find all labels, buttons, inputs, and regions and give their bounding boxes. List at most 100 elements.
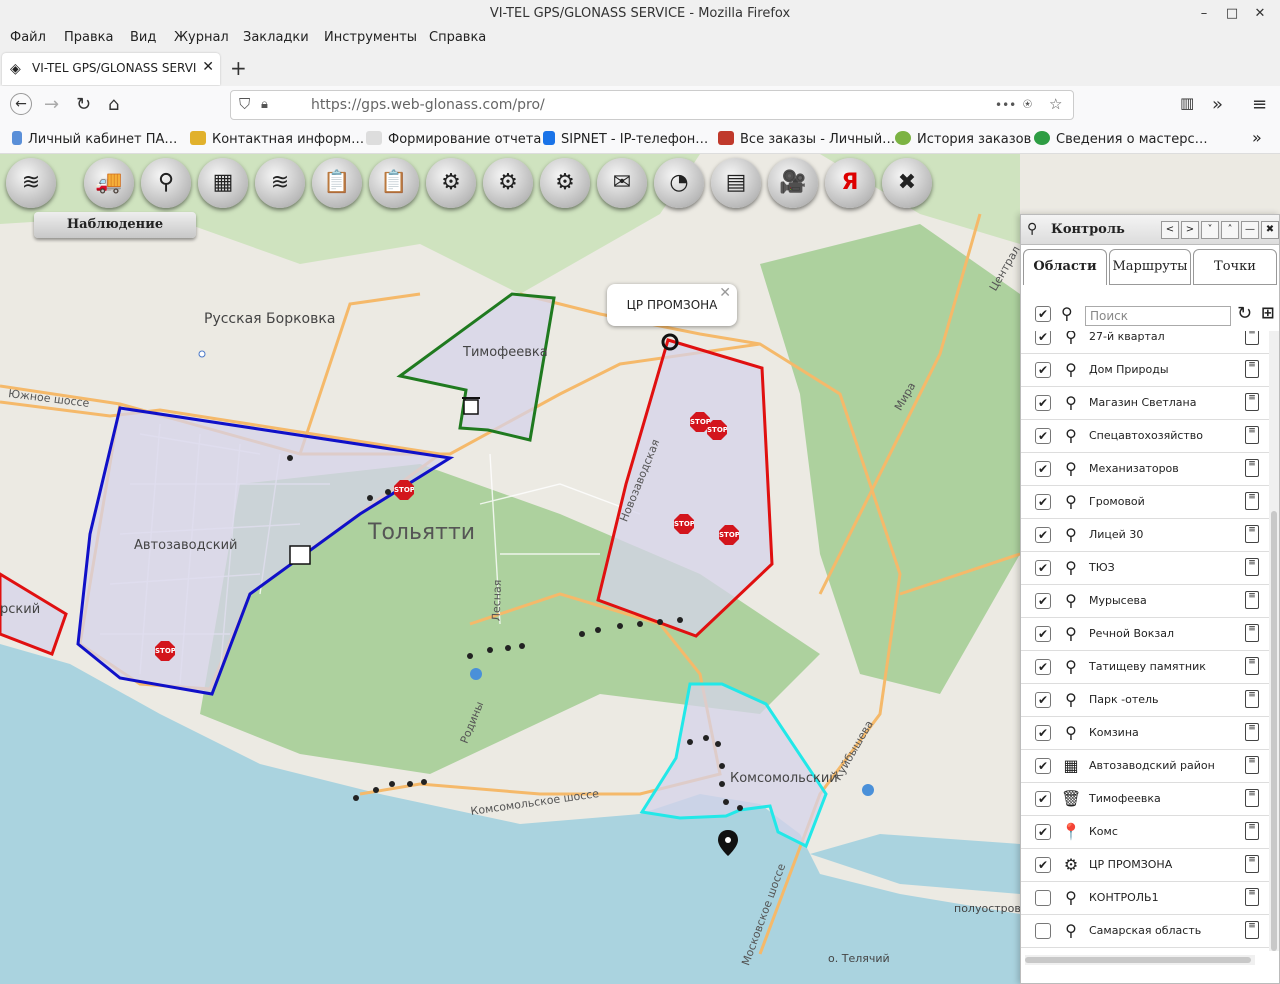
menu-bookmarks[interactable]: Закладки bbox=[243, 30, 309, 45]
tab-points[interactable]: Точки bbox=[1193, 249, 1277, 285]
item-checkbox[interactable]: ✔ bbox=[1035, 626, 1051, 642]
reload-button[interactable]: ↻ bbox=[76, 94, 91, 115]
menu-tools[interactable]: Инструменты bbox=[324, 30, 417, 45]
document-icon[interactable]: ≡ bbox=[1245, 591, 1259, 609]
item-checkbox[interactable]: ✔ bbox=[1035, 494, 1051, 510]
document-icon[interactable]: ≡ bbox=[1245, 921, 1259, 939]
item-checkbox[interactable]: ✔ bbox=[1035, 725, 1051, 741]
list-item[interactable]: ⚲ Самарская область ≡ bbox=[1021, 915, 1269, 948]
panel-prev-button[interactable]: < bbox=[1161, 221, 1179, 239]
layers-alt-button[interactable]: ≋ bbox=[255, 158, 305, 208]
document-icon[interactable]: ≡ bbox=[1245, 331, 1259, 345]
map-marker-icon[interactable] bbox=[289, 545, 311, 565]
back-button[interactable]: ← bbox=[10, 93, 32, 115]
report-money-button[interactable]: 📋 bbox=[369, 158, 419, 208]
vehicles-button[interactable]: 🚚 bbox=[84, 158, 134, 208]
item-checkbox[interactable]: ✔ bbox=[1035, 428, 1051, 444]
shield-icon[interactable]: ⛉ bbox=[239, 95, 250, 113]
panel-close-button[interactable]: ✖ bbox=[1261, 221, 1279, 239]
messages-button[interactable]: ✉ bbox=[597, 158, 647, 208]
popup-close-icon[interactable]: ✕ bbox=[719, 272, 731, 314]
item-checkbox[interactable]: ✔ bbox=[1035, 659, 1051, 675]
document-icon[interactable]: ≡ bbox=[1245, 756, 1259, 774]
item-checkbox[interactable]: ✔ bbox=[1035, 461, 1051, 477]
bookmark-item[interactable]: Все заказы - Личный… bbox=[718, 131, 895, 147]
document-icon[interactable]: ≡ bbox=[1245, 657, 1259, 675]
bookmark-star-icon[interactable]: ☆ bbox=[1049, 95, 1062, 113]
list-item[interactable]: ✔ ⚲ Мурысева ≡ bbox=[1021, 585, 1269, 618]
new-tab-button[interactable]: + bbox=[230, 56, 247, 80]
panel-next-button[interactable]: > bbox=[1181, 221, 1199, 239]
list-item[interactable]: ✔ ⚲ Комзина ≡ bbox=[1021, 717, 1269, 750]
document-icon[interactable]: ≡ bbox=[1245, 492, 1259, 510]
document-icon[interactable]: ≡ bbox=[1245, 459, 1259, 477]
item-checkbox[interactable]: ✔ bbox=[1035, 395, 1051, 411]
bookmark-item[interactable]: Контактная информ… bbox=[190, 131, 364, 147]
panel-minimize-button[interactable]: — bbox=[1241, 221, 1259, 239]
url-bar[interactable]: ⛉ 🔒︎ https://gps.web-glonass.com/pro/ ••… bbox=[230, 90, 1074, 120]
bookmark-item[interactable]: Личный кабинет ПА… bbox=[12, 131, 177, 147]
document-icon[interactable]: ≡ bbox=[1245, 624, 1259, 642]
areas-button[interactable]: ▦ bbox=[198, 158, 248, 208]
car-settings-button[interactable]: ⚙ bbox=[540, 158, 590, 208]
trash-marker-icon[interactable] bbox=[462, 397, 480, 415]
list-item[interactable]: ✔ 🗑 Тимофеевка ≡ bbox=[1021, 783, 1269, 816]
browser-settings-button[interactable]: ⚙ bbox=[483, 158, 533, 208]
select-all-checkbox[interactable]: ✔ bbox=[1035, 306, 1051, 322]
speedometer-button[interactable]: ◔ bbox=[654, 158, 704, 208]
document-icon[interactable]: ≡ bbox=[1245, 360, 1259, 378]
item-checkbox[interactable]: ✔ bbox=[1035, 362, 1051, 378]
stop-marker-icon[interactable]: STOP bbox=[394, 480, 414, 500]
item-checkbox[interactable]: ✔ bbox=[1035, 824, 1051, 840]
home-button[interactable]: ⌂ bbox=[108, 94, 119, 115]
menu-view[interactable]: Вид bbox=[130, 30, 156, 45]
hamburger-menu-icon[interactable]: ≡ bbox=[1252, 94, 1267, 115]
forward-button[interactable]: → bbox=[44, 94, 59, 115]
tab-routes[interactable]: Маршруты bbox=[1109, 249, 1191, 285]
document-icon[interactable]: ≡ bbox=[1245, 789, 1259, 807]
document-icon[interactable]: ≡ bbox=[1245, 525, 1259, 543]
url-text[interactable]: https://gps.web-glonass.com/pro/ bbox=[311, 97, 545, 113]
list-item[interactable]: ✔ ⚲ ТЮЗ ≡ bbox=[1021, 552, 1269, 585]
list-item[interactable]: ✔ ⚲ Татищеву памятник ≡ bbox=[1021, 651, 1269, 684]
document-icon[interactable]: ≡ bbox=[1245, 690, 1259, 708]
tools-button[interactable]: ✖ bbox=[882, 158, 932, 208]
list-item[interactable]: ⚲ КОНТРОЛЬ1 ≡ bbox=[1021, 882, 1269, 915]
more-actions-icon[interactable]: ••• bbox=[995, 98, 1016, 112]
document-icon[interactable]: ≡ bbox=[1245, 855, 1259, 873]
browser-tab[interactable]: ◈ VI-TEL GPS/GLONASS SERVI ✕ bbox=[2, 53, 220, 85]
device-button[interactable]: ▤ bbox=[711, 158, 761, 208]
item-checkbox[interactable]: ✔ bbox=[1035, 527, 1051, 543]
item-checkbox[interactable]: ✔ bbox=[1035, 791, 1051, 807]
zone-timofeevka[interactable] bbox=[396, 292, 556, 442]
pocket-icon[interactable]: ⍟ bbox=[1023, 95, 1032, 113]
list-scrollbar[interactable] bbox=[1269, 331, 1279, 951]
maximize-button[interactable]: □ bbox=[1222, 4, 1242, 24]
item-checkbox[interactable]: ✔ bbox=[1035, 331, 1051, 345]
routes-button[interactable]: ⚲ bbox=[141, 158, 191, 208]
item-checkbox[interactable]: ✔ bbox=[1035, 593, 1051, 609]
panel-up-button[interactable]: ˄ bbox=[1221, 221, 1239, 239]
list-item[interactable]: ✔ ⚲ Магазин Светлана ≡ bbox=[1021, 387, 1269, 420]
bookmark-item[interactable]: SIPNET - IP-телефон… bbox=[543, 131, 708, 147]
tab-close-icon[interactable]: ✕ bbox=[202, 59, 214, 75]
item-checkbox[interactable]: ✔ bbox=[1035, 857, 1051, 873]
scrollbar-thumb[interactable] bbox=[1025, 957, 1251, 963]
document-icon[interactable]: ≡ bbox=[1245, 558, 1259, 576]
stop-marker-icon[interactable]: STOP bbox=[707, 420, 727, 440]
document-icon[interactable]: ≡ bbox=[1245, 822, 1259, 840]
document-icon[interactable]: ≡ bbox=[1245, 723, 1259, 741]
minimize-button[interactable]: – bbox=[1194, 4, 1214, 24]
list-item[interactable]: ✔ ⚲ 27-й квартал ≡ bbox=[1021, 331, 1269, 354]
stop-marker-icon[interactable]: STOP bbox=[155, 641, 175, 661]
menu-edit[interactable]: Правка bbox=[64, 30, 113, 45]
panel-down-button[interactable]: ˅ bbox=[1201, 221, 1219, 239]
bookmark-item[interactable]: Сведения о мастерс… bbox=[1034, 131, 1208, 147]
item-checkbox[interactable] bbox=[1035, 890, 1051, 906]
stop-marker-icon[interactable]: STOP bbox=[719, 525, 739, 545]
report-button[interactable]: 📋 bbox=[312, 158, 362, 208]
sidebar-icon[interactable]: ▥ bbox=[1180, 94, 1194, 112]
yandex-button[interactable]: Я bbox=[825, 158, 875, 208]
list-item[interactable]: ✔ ⚲ Парк -отель ≡ bbox=[1021, 684, 1269, 717]
document-icon[interactable]: ≡ bbox=[1245, 888, 1259, 906]
